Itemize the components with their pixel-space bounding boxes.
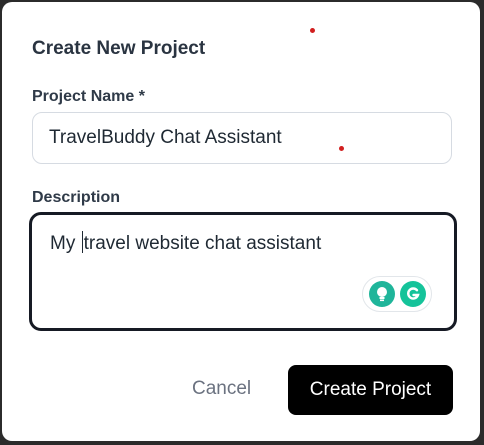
cancel-button[interactable]: Cancel [192,378,251,400]
description-textarea[interactable]: My travel website chat assistant [29,212,457,331]
marker-dot [339,146,344,151]
description-text-before-caret: My [50,233,81,254]
project-name-input[interactable]: TravelBuddy Chat Assistant [32,112,452,164]
dialog-title: Create New Project [32,38,206,59]
grammarly-icon[interactable] [399,281,426,307]
description-label: Description [32,189,121,206]
grammarly-widget[interactable] [362,276,432,312]
project-name-label: Project Name * [32,88,145,105]
project-name-value: TravelBuddy Chat Assistant [49,127,282,148]
create-project-button[interactable]: Create Project [288,365,453,415]
marker-dot [310,28,315,33]
description-text-after-caret: travel website chat assistant [83,233,322,254]
create-project-dialog: Create New Project Project Name * Travel… [2,2,480,441]
lightbulb-icon[interactable] [368,281,395,307]
text-caret [81,231,83,253]
